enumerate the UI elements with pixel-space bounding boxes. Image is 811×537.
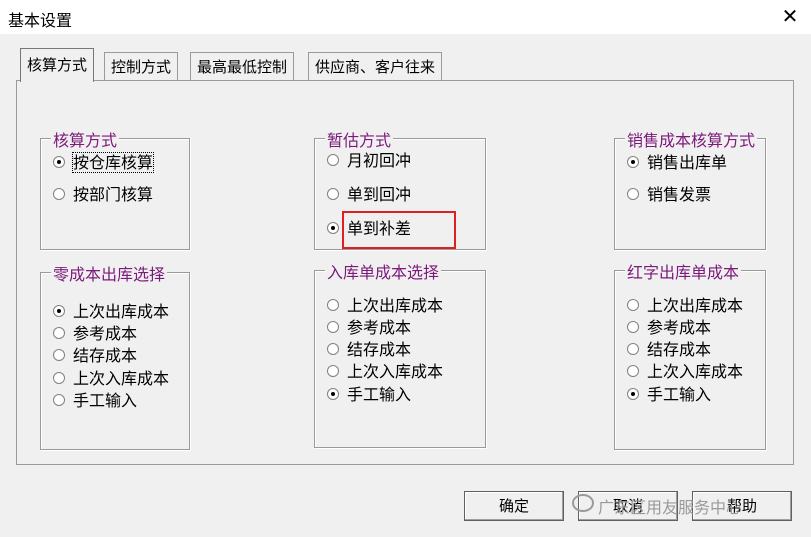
radio-unchecked-icon[interactable] [327, 153, 339, 166]
radio-option[interactable]: 按部门核算 [53, 184, 153, 206]
radio-unchecked-icon[interactable] [327, 342, 339, 355]
tab-max-min-control[interactable]: 最高最低控制 [190, 52, 295, 80]
radio-label: 结存成本 [347, 340, 412, 359]
radio-option[interactable]: 上次出库成本 [627, 295, 743, 317]
radio-unchecked-icon[interactable] [627, 342, 639, 355]
radio-label: 月初回冲 [347, 151, 412, 170]
close-icon[interactable]: ✕ [776, 2, 804, 30]
radio-label: 手工输入 [647, 385, 712, 404]
radio-option[interactable]: 上次入库成本 [327, 361, 443, 383]
radio-label: 结存成本 [73, 346, 138, 365]
radio-unchecked-icon[interactable] [627, 320, 639, 333]
tab-label: 控制方式 [111, 58, 172, 76]
radio-label: 按仓库核算 [71, 152, 155, 173]
group-legend: 销售成本核算方式 [625, 127, 758, 151]
radio-option[interactable]: 结存成本 [53, 345, 137, 367]
radio-option[interactable]: 上次入库成本 [627, 361, 743, 383]
radio-option[interactable]: 手工输入 [327, 384, 411, 406]
group-legend: 核算方式 [51, 127, 120, 151]
radio-label: 参考成本 [347, 318, 412, 337]
radio-unchecked-icon[interactable] [53, 326, 65, 339]
radio-label: 上次出库成本 [73, 302, 170, 321]
radio-unchecked-icon[interactable] [53, 187, 65, 200]
tab-label: 核算方式 [27, 56, 88, 74]
radio-label: 上次入库成本 [73, 369, 170, 388]
radio-label: 手工输入 [73, 391, 138, 410]
radio-option[interactable]: 手工输入 [53, 390, 137, 412]
radio-option[interactable]: 手工输入 [627, 384, 711, 406]
radio-checked-icon[interactable] [627, 387, 639, 400]
radio-checked-icon[interactable] [53, 304, 65, 317]
tab-supplier-customer[interactable]: 供应商、客户往来 [308, 52, 443, 80]
radio-unchecked-icon[interactable] [53, 371, 65, 384]
radio-label: 上次入库成本 [647, 362, 744, 381]
radio-unchecked-icon[interactable] [53, 393, 65, 406]
radio-option[interactable]: 按仓库核算 [53, 152, 155, 174]
radio-option[interactable]: 上次出库成本 [327, 295, 443, 317]
radio-option[interactable]: 结存成本 [327, 339, 411, 361]
radio-label: 按部门核算 [73, 185, 154, 204]
radio-unchecked-icon[interactable] [327, 364, 339, 377]
radio-label: 销售出库单 [647, 153, 728, 172]
radio-option[interactable]: 结存成本 [627, 339, 711, 361]
radio-label: 上次出库成本 [647, 296, 744, 315]
radio-unchecked-icon[interactable] [327, 298, 339, 311]
radio-label: 参考成本 [73, 324, 138, 343]
radio-checked-icon[interactable] [327, 387, 339, 400]
radio-label: 上次出库成本 [347, 296, 444, 315]
tab-label: 最高最低控制 [197, 58, 288, 76]
radio-option[interactable]: 上次出库成本 [53, 301, 169, 323]
watermark-text: 广东区用友服务中心 [598, 498, 743, 517]
radio-label: 销售发票 [647, 185, 712, 204]
radio-unchecked-icon[interactable] [327, 187, 339, 200]
radio-checked-icon[interactable] [327, 221, 339, 234]
radio-unchecked-icon[interactable] [627, 298, 639, 311]
ok-button[interactable]: 确定 [464, 491, 564, 521]
radio-option[interactable]: 参考成本 [327, 317, 411, 339]
group-legend: 零成本出库选择 [51, 261, 168, 285]
group-accounting: 核算方式 按仓库核算按部门核算 [40, 127, 190, 250]
radio-option[interactable]: 参考成本 [53, 323, 137, 345]
title-bar [0, 0, 811, 34]
radio-option[interactable]: 销售出库单 [627, 152, 727, 174]
radio-label: 单到回冲 [347, 185, 412, 204]
radio-checked-icon[interactable] [53, 155, 65, 168]
radio-option[interactable]: 参考成本 [627, 317, 711, 339]
radio-label: 参考成本 [647, 318, 712, 337]
group-legend: 入库单成本选择 [325, 259, 442, 283]
group-legend: 红字出库单成本 [625, 259, 742, 283]
radio-unchecked-icon[interactable] [627, 187, 639, 200]
group-sales-cost: 销售成本核算方式 销售出库单销售发票 [614, 127, 766, 250]
radio-label: 上次入库成本 [347, 362, 444, 381]
tab-accounting-method[interactable]: 核算方式 [20, 48, 95, 82]
wechat-icon [572, 494, 594, 512]
tab-control-method[interactable]: 控制方式 [104, 52, 179, 80]
radio-option[interactable]: 月初回冲 [327, 150, 411, 172]
radio-option[interactable]: 上次入库成本 [53, 368, 169, 390]
radio-checked-icon[interactable] [627, 155, 639, 168]
radio-option[interactable]: 单到回冲 [327, 184, 411, 206]
highlight-box [342, 211, 456, 249]
group-zero-cost: 零成本出库选择 上次出库成本 参考成本结存成本上次入库成本 手工输入 [40, 261, 190, 450]
tab-label: 供应商、客户往来 [315, 58, 436, 76]
window-title: 基本设置 [8, 11, 73, 30]
radio-unchecked-icon[interactable] [53, 348, 65, 361]
radio-label: 手工输入 [347, 385, 412, 404]
radio-unchecked-icon[interactable] [327, 320, 339, 333]
radio-label: 结存成本 [647, 340, 712, 359]
group-inbound-cost: 入库单成本选择 上次出库成本 参考成本结存成本上次入库成本 手工输入 [314, 259, 486, 448]
group-red-outbound: 红字出库单成本 上次出库成本 参考成本结存成本上次入库成本 手工输入 [614, 259, 766, 450]
radio-option[interactable]: 销售发票 [627, 184, 711, 206]
group-legend: 暂估方式 [325, 127, 394, 151]
radio-unchecked-icon[interactable] [627, 364, 639, 377]
